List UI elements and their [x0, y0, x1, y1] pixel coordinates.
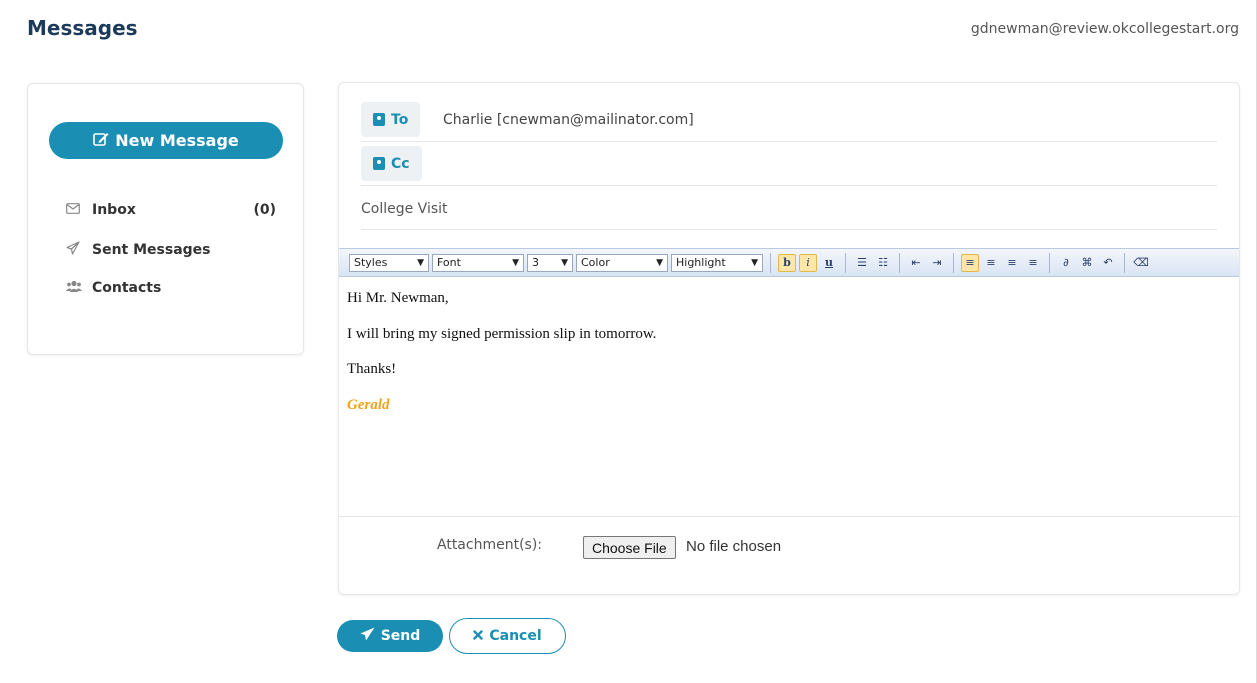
- cc-button[interactable]: Cc: [361, 146, 422, 181]
- sidebar-item-label: Sent Messages: [92, 242, 211, 258]
- body-line: Thanks!: [347, 361, 397, 377]
- to-button[interactable]: To: [361, 102, 421, 137]
- toolbar-separator: [845, 252, 846, 273]
- send-button[interactable]: Send: [337, 620, 443, 652]
- bullet-list-icon[interactable]: ☰: [853, 254, 871, 272]
- paper-plane-icon: [66, 241, 84, 259]
- close-icon: [473, 628, 484, 644]
- to-recipient[interactable]: Charlie [cnewman@mailinator.com]: [443, 112, 694, 128]
- file-status: No file chosen: [686, 538, 782, 555]
- send-label: Send: [380, 628, 421, 644]
- undo-icon[interactable]: ↶: [1099, 254, 1117, 272]
- subject-field[interactable]: College Visit: [361, 201, 448, 217]
- align-left-icon[interactable]: ≡: [961, 253, 979, 272]
- numbered-list-icon[interactable]: ☷: [874, 254, 892, 272]
- toolbar-separator: [1049, 252, 1050, 273]
- size-value: 3: [532, 256, 539, 269]
- styles-value: Styles: [354, 256, 388, 269]
- sidebar-item-sent-messages[interactable]: Sent Messages: [66, 241, 276, 259]
- bold-button[interactable]: b: [778, 253, 796, 272]
- cc-label: Cc: [391, 155, 410, 172]
- envelope-icon: [66, 202, 84, 218]
- divider: [361, 185, 1217, 186]
- divider: [361, 229, 1217, 230]
- chevron-down-icon: ▼: [417, 257, 424, 268]
- attachments-label: Attachment(s):: [437, 537, 543, 553]
- paper-plane-icon: [360, 627, 375, 645]
- styles-select[interactable]: Styles ▼: [349, 253, 429, 272]
- size-select[interactable]: 3 ▼: [527, 253, 573, 272]
- new-message-button[interactable]: New Message: [49, 122, 283, 159]
- highlight-value: Highlight: [676, 256, 726, 269]
- align-right-icon[interactable]: ≡: [1003, 254, 1021, 272]
- cancel-label: Cancel: [489, 628, 542, 644]
- highlight-select[interactable]: Highlight ▼: [671, 253, 763, 272]
- contact-card-icon: [373, 113, 385, 126]
- attachments-row: Attachment(s): Choose File No file chose…: [339, 516, 1239, 594]
- toolbar-separator: [953, 252, 954, 273]
- align-center-icon[interactable]: ≡: [982, 254, 1000, 272]
- unlink-icon[interactable]: ⌘: [1078, 254, 1096, 272]
- body-greeting: Hi Mr. Newman,: [347, 290, 449, 306]
- chevron-down-icon: ▼: [512, 257, 519, 268]
- align-justify-icon[interactable]: ≡: [1024, 254, 1042, 272]
- font-value: Font: [437, 256, 461, 269]
- choose-file-button[interactable]: Choose File: [583, 536, 676, 559]
- to-label: To: [391, 111, 409, 128]
- eraser-icon[interactable]: ⌫: [1132, 254, 1150, 272]
- users-icon: [66, 280, 84, 296]
- toolbar-separator: [770, 252, 771, 273]
- toolbar-separator: [899, 252, 900, 273]
- message-body-editor[interactable]: Hi Mr. Newman, I will bring my signed pe…: [339, 278, 1239, 516]
- inbox-count: (0): [253, 202, 276, 218]
- underline-button[interactable]: u: [820, 254, 838, 272]
- divider: [361, 141, 1217, 142]
- sidebar-item-contacts[interactable]: Contacts: [66, 280, 276, 296]
- color-select[interactable]: Color ▼: [576, 253, 668, 272]
- sidebar-item-inbox[interactable]: Inbox (0): [66, 202, 276, 218]
- contact-card-icon: [373, 157, 385, 170]
- editor-toolbar: Styles ▼ Font ▼ 3 ▼ Color ▼ Highlight ▼ b i u…: [339, 248, 1239, 277]
- compose-panel: To Charlie [cnewman@mailinator.com] Cc C…: [338, 82, 1240, 595]
- body-line: I will bring my signed permission slip i…: [347, 325, 657, 342]
- user-email: gdnewman@review.okcollegestart.org: [970, 21, 1239, 37]
- chevron-down-icon: ▼: [751, 257, 758, 268]
- font-select[interactable]: Font ▼: [432, 253, 524, 272]
- outdent-icon[interactable]: ⇤: [907, 254, 925, 272]
- link-icon[interactable]: ∂: [1057, 254, 1075, 272]
- sidebar-item-label: Contacts: [92, 280, 162, 296]
- sidebar: New Message Inbox (0) Sent Messages Cont…: [27, 83, 304, 355]
- page-title: Messages: [27, 16, 138, 40]
- cancel-button[interactable]: Cancel: [449, 618, 566, 654]
- body-signature: Gerald: [347, 396, 390, 413]
- chevron-down-icon: ▼: [656, 257, 663, 268]
- italic-button[interactable]: i: [799, 253, 817, 272]
- chevron-down-icon: ▼: [561, 257, 568, 268]
- indent-icon[interactable]: ⇥: [928, 254, 946, 272]
- edit-icon: [93, 131, 109, 150]
- color-value: Color: [581, 256, 610, 269]
- sidebar-item-label: Inbox: [92, 202, 136, 218]
- new-message-label: New Message: [115, 131, 239, 150]
- toolbar-separator: [1124, 252, 1125, 273]
